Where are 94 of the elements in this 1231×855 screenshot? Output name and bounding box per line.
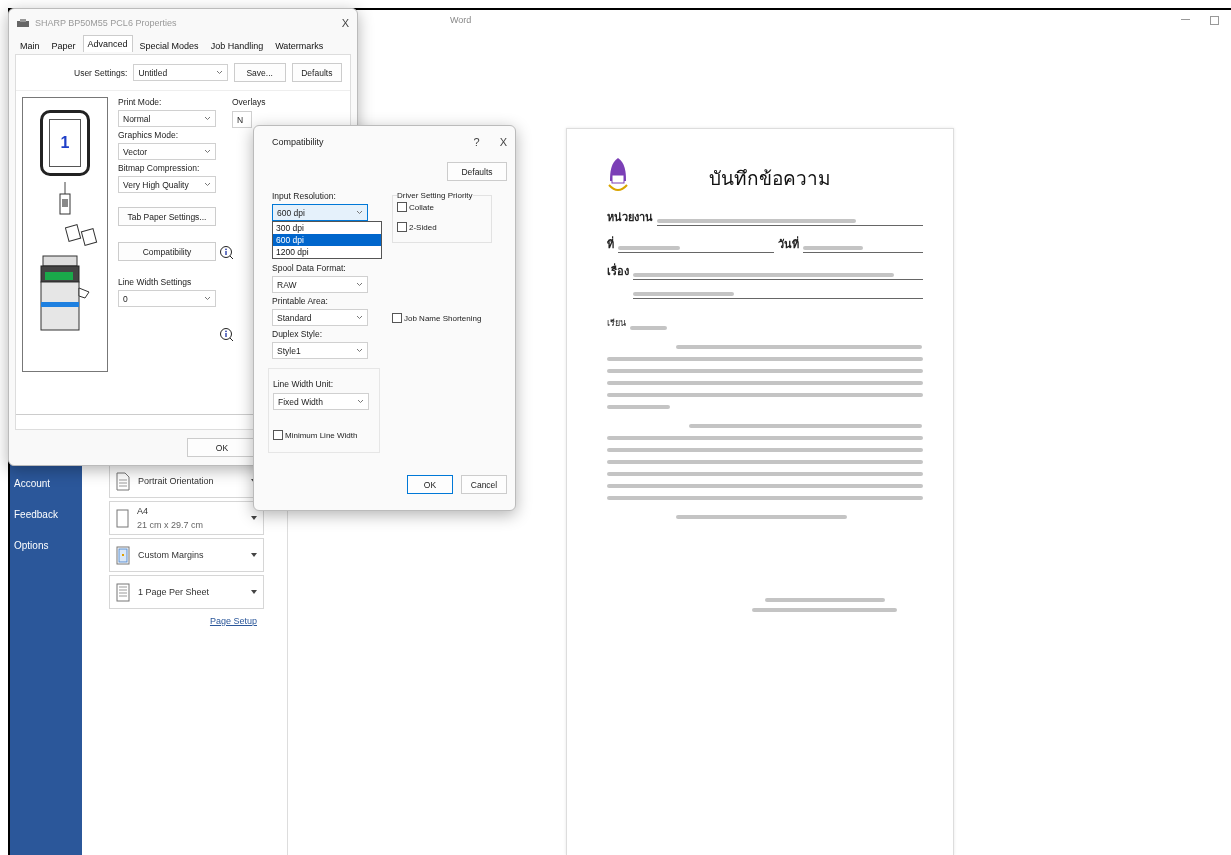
job-name-shortening-checkbox[interactable]: Job Name Shortening <box>392 313 492 323</box>
field-label: Overlays <box>232 97 266 107</box>
window-title: Word <box>450 15 472 25</box>
dropdown[interactable]: Very High Quality <box>118 176 216 193</box>
blurred-text-line <box>606 405 670 409</box>
ok-button[interactable]: OK <box>407 475 453 494</box>
printer-icon <box>17 18 29 28</box>
cancel-button[interactable]: Cancel <box>461 475 507 494</box>
chevron-down-icon <box>204 296 211 301</box>
portrait-page-icon <box>116 471 130 491</box>
field-label: Bitmap Compression: <box>118 163 201 173</box>
field-label: Input Resolution: <box>272 191 337 201</box>
dropdown-option[interactable]: 600 dpi <box>273 234 381 246</box>
dropdown-arrow-icon <box>251 590 257 594</box>
field-label: Graphics Mode: <box>118 130 179 140</box>
stapled-sheet-icon <box>59 182 71 216</box>
dropdown[interactable]: RAW <box>272 276 368 293</box>
defaults-button[interactable]: Defaults <box>291 63 342 82</box>
print-setting-dropdown[interactable]: Custom Margins <box>109 538 264 572</box>
field-label: หน่วยงาน <box>606 210 653 226</box>
dropdown[interactable]: Standard <box>272 309 368 326</box>
field-label: Line Width Settings <box>118 277 193 287</box>
minimize-icon[interactable] <box>1181 19 1190 21</box>
close-button[interactable]: X <box>499 136 507 148</box>
option-checkbox[interactable]: 2-Sided <box>397 222 485 232</box>
page-setup-link[interactable]: Page Setup <box>209 616 257 626</box>
blurred-text-line <box>617 245 680 250</box>
blurred-text-line <box>629 326 668 330</box>
chevron-down-icon <box>215 70 223 75</box>
field-label: Print Mode: <box>118 97 163 107</box>
chevron-down-icon <box>357 399 364 404</box>
tab[interactable]: Job Handling <box>205 37 269 54</box>
checkbox[interactable] <box>273 430 283 440</box>
defaults-button[interactable]: Defaults <box>447 162 507 181</box>
field-label: Printable Area: <box>272 296 329 306</box>
checkbox[interactable] <box>397 202 407 212</box>
field-label: เรียน <box>606 317 626 330</box>
field-label: User Settings: <box>74 67 128 78</box>
tab[interactable]: Watermarks <box>270 37 329 54</box>
field-label: Line Width Unit: <box>273 379 334 389</box>
dropdown[interactable]: Fixed Width <box>273 393 369 410</box>
chevron-down-icon <box>204 149 211 154</box>
compatibility-button[interactable]: Compatibility <box>118 242 216 261</box>
sidebar-item[interactable]: Feedback <box>10 509 82 520</box>
close-button[interactable]: X <box>341 17 349 29</box>
dropdown[interactable]: 0 <box>118 290 216 307</box>
info-icon <box>220 328 234 342</box>
paper-size-icon <box>116 508 129 528</box>
chevron-down-icon <box>356 315 363 320</box>
document-title: บันทึกข้อความ <box>708 166 831 191</box>
margins-icon <box>116 545 130 565</box>
chevron-down-icon <box>356 210 363 215</box>
field-label: ที่ <box>606 235 614 253</box>
sidebar-item[interactable]: Options <box>10 540 82 551</box>
dropdown[interactable]: Vector <box>118 143 216 160</box>
blurred-text-line <box>802 245 863 250</box>
chevron-down-icon <box>356 282 363 287</box>
checkbox[interactable] <box>392 313 402 323</box>
checkbox[interactable] <box>397 222 407 232</box>
page-per-sheet-icon <box>116 582 130 602</box>
field-label: วันที่ <box>777 235 799 253</box>
sidebar-item[interactable]: Account <box>10 478 82 489</box>
dropdown[interactable]: 600 dpi <box>272 204 368 221</box>
chevron-down-icon <box>356 348 363 353</box>
emblem-logo-icon <box>606 157 629 193</box>
sorted-copies-icon <box>65 222 99 246</box>
group-title: Driver Setting Priority <box>397 191 473 200</box>
tab[interactable]: Main <box>15 37 45 54</box>
tab-paper-settings-button[interactable]: Tab Paper Settings... <box>118 207 216 226</box>
option-checkbox[interactable]: Collate <box>397 202 485 212</box>
dialog-title: SHARP BP50M55 PCL6 Properties <box>35 18 177 28</box>
dropdown[interactable]: N <box>232 111 252 128</box>
field-label: Duplex Style: <box>272 329 324 339</box>
help-button[interactable]: ? <box>473 136 480 148</box>
tab[interactable]: Advanced <box>82 35 133 52</box>
chevron-down-icon <box>204 116 211 121</box>
dropdown[interactable]: Style1 <box>272 342 368 359</box>
print-setting-dropdown[interactable]: 1 Page Per Sheet <box>109 575 264 609</box>
chevron-down-icon <box>204 182 211 187</box>
maximize-icon[interactable] <box>1210 15 1219 25</box>
save-button[interactable]: Save... <box>233 63 286 82</box>
page-number: 1 <box>49 119 81 167</box>
tab[interactable]: Paper <box>46 37 81 54</box>
dropdown[interactable]: Normal <box>118 110 216 127</box>
tab[interactable]: Special Modes <box>134 37 204 54</box>
dialog-title: Compatibility <box>272 137 324 147</box>
minimum-line-width-checkbox[interactable]: Minimum Line Width <box>273 430 373 440</box>
info-icon <box>220 246 234 260</box>
print-setting-dropdown[interactable]: A4 21 cm x 29.7 cm <box>109 501 264 535</box>
user-settings-dropdown[interactable]: Untitled <box>133 64 228 81</box>
dropdown-arrow-icon <box>251 516 257 520</box>
field-label: Spool Data Format: <box>272 263 347 273</box>
dropdown-arrow-icon <box>251 553 257 557</box>
field-label: เรื่อง <box>606 262 629 280</box>
